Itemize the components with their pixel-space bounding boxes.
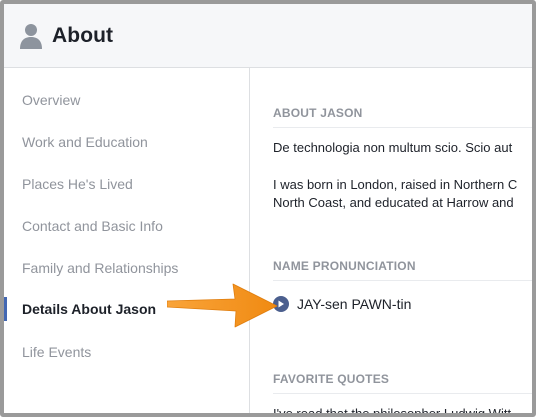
favorite-quotes-heading: FAVORITE QUOTES [273,364,532,394]
name-pronunciation: JAY-sen PAWN-tin [273,294,411,314]
sidebar-item-work-and-education[interactable]: Work and Education [4,127,250,157]
quote-text-line: I've read that the philosopher Ludwig Wi… [273,406,512,417]
person-icon [20,23,42,49]
page-header: About [4,4,532,68]
sidebar-nav: Overview Work and Education Places He's … [4,68,250,413]
sidebar-item-family[interactable]: Family and Relationships [4,253,250,283]
sidebar-item-life-events[interactable]: Life Events [4,337,250,367]
callout-arrow-icon [167,283,278,328]
page-title: About [52,23,114,47]
sidebar-item-overview[interactable]: Overview [4,85,250,115]
sidebar-item-contact-info[interactable]: Contact and Basic Info [4,211,250,241]
pronunciation-heading: NAME PRONUNCIATION [273,251,532,281]
about-text-line: De technologia non multum scio. Scio aut [273,140,513,155]
about-heading: ABOUT JASON [273,98,532,128]
details-content: ABOUT JASON De technologia non multum sc… [251,68,532,417]
about-text-line: I was born in London, raised in Northern… [273,177,518,192]
pronunciation-text: JAY-sen PAWN-tin [297,296,412,312]
about-panel: About Overview Work and Education Places… [0,0,536,417]
sidebar-item-places-lived[interactable]: Places He's Lived [4,169,250,199]
about-text-line: North Coast, and educated at Harrow and [273,195,514,210]
